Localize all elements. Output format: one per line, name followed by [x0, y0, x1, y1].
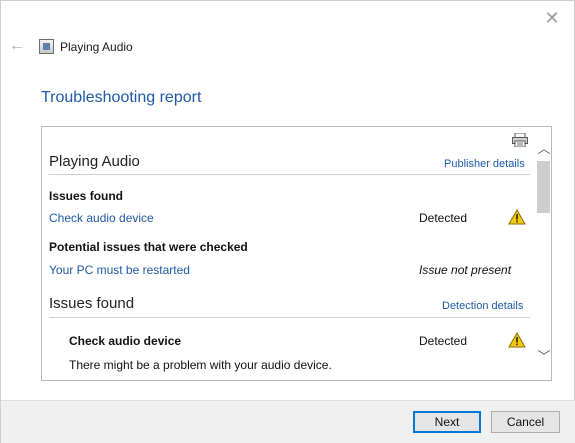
issue-detail-title: Check audio device	[69, 334, 182, 348]
print-icon[interactable]	[512, 133, 528, 147]
cancel-button[interactable]: Cancel	[491, 411, 560, 433]
detection-details-link[interactable]: Detection details	[442, 300, 523, 312]
section-title-issues-found: Issues found	[49, 295, 135, 312]
next-button[interactable]: Next	[413, 411, 481, 433]
back-button[interactable]: ←	[8, 37, 26, 55]
issue-description: There might be a problem with your audio…	[69, 358, 332, 372]
publisher-details-link[interactable]: Publisher details	[444, 158, 525, 170]
warning-icon	[508, 332, 526, 348]
chevron-up-icon: ︿	[537, 141, 551, 156]
scroll-down-button[interactable]: ﹀	[536, 349, 551, 365]
troubleshooter-window: ✕ ← Playing Audio Troubleshooting report…	[0, 0, 575, 443]
scrollbar-thumb[interactable]	[537, 161, 550, 213]
warning-icon	[508, 209, 526, 225]
scroll-up-button[interactable]: ︿	[536, 141, 551, 157]
footer-bar: Next Cancel	[1, 400, 575, 443]
pc-restart-link[interactable]: Your PC must be restarted	[49, 263, 190, 277]
section-divider	[49, 317, 530, 318]
close-icon: ✕	[544, 8, 560, 28]
page-heading: Troubleshooting report	[41, 89, 202, 106]
chevron-down-icon: ﹀	[537, 349, 551, 364]
section-title-playing-audio: Playing Audio	[49, 153, 140, 170]
issues-found-label: Issues found	[49, 189, 124, 203]
potential-issue-status: Issue not present	[419, 263, 512, 277]
check-audio-device-link[interactable]: Check audio device	[49, 211, 154, 225]
potential-issues-label: Potential issues that were checked	[49, 240, 248, 254]
close-button[interactable]: ✕	[540, 7, 564, 29]
issue-status: Detected	[419, 211, 468, 225]
report-panel[interactable]: Playing Audio Publisher details Issues f…	[41, 126, 552, 381]
troubleshooter-icon	[39, 39, 54, 54]
section-divider	[49, 174, 530, 175]
window-title: Playing Audio	[60, 40, 133, 54]
back-arrow-icon: ←	[9, 37, 25, 54]
issue-detail-status: Detected	[419, 334, 468, 348]
